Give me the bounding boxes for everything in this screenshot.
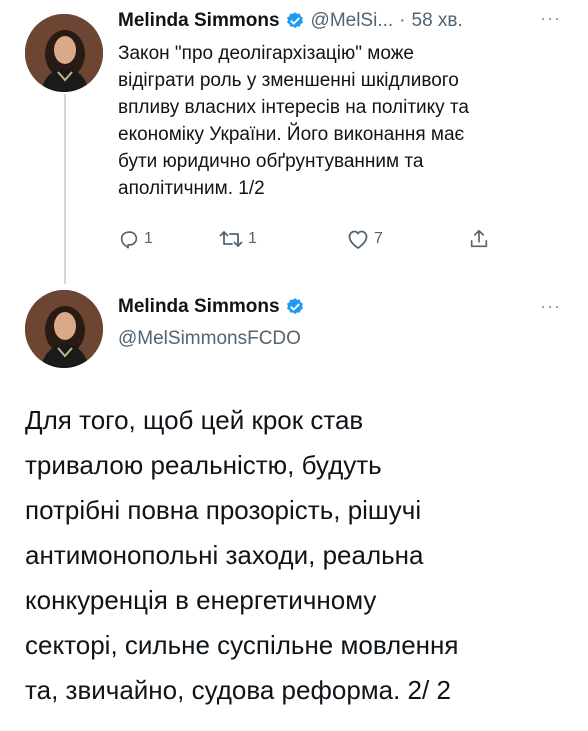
timestamp[interactable]: 58 хв.	[412, 10, 463, 32]
separator-dot: ·	[399, 10, 406, 31]
avatar[interactable]	[25, 290, 103, 368]
tweet-header: Melinda Simmons @MelSi... · 58 хв.	[118, 10, 463, 32]
tweet-text: Для того, щоб цей крок став тривалою реа…	[25, 398, 575, 713]
avatar[interactable]	[25, 14, 103, 92]
tweet-text-line: відіграти роль у зменшенні шкідливого	[118, 70, 459, 91]
retweet-count: 1	[248, 230, 257, 247]
like-count: 7	[374, 230, 383, 247]
tweet-text-line: потрібні повна прозорість, рішучі	[25, 495, 422, 525]
more-options-icon[interactable]: ···	[540, 8, 561, 29]
tweet-header: Melinda Simmons	[118, 296, 311, 318]
verified-badge-icon	[285, 11, 305, 31]
reply-icon	[120, 231, 138, 249]
tweet-text-line: тривалою реальністю, будуть	[25, 450, 382, 480]
reply-count: 1	[144, 230, 153, 247]
tweet-actions: 1 1 7	[118, 228, 518, 258]
retweet-icon	[219, 231, 243, 247]
tweet-text-line: бути юридично обґрунтуванним та	[118, 151, 424, 172]
tweet-text-line: секторі, сильне суспільне мовлення	[25, 630, 459, 660]
like-button[interactable]: 7	[346, 228, 383, 250]
share-icon	[470, 229, 488, 248]
author-name[interactable]: Melinda Simmons	[118, 296, 280, 318]
tweet-text: Закон "про деолігархізацію" може відігра…	[118, 40, 568, 202]
reply-button[interactable]: 1	[118, 228, 153, 250]
tweet-text-line: антимонопольні заходи, реальна	[25, 540, 424, 570]
tweet-text-line: та, звичайно, судова реформа. 2/ 2	[25, 675, 451, 705]
author-handle[interactable]: @MelSimmonsFCDO	[118, 328, 301, 350]
retweet-button[interactable]: 1	[218, 228, 257, 250]
tweet-text-line: конкуренція в енергетичному	[25, 585, 377, 615]
more-options-icon[interactable]: ···	[540, 296, 561, 317]
heart-icon	[348, 230, 368, 249]
author-name[interactable]: Melinda Simmons	[118, 10, 280, 32]
tweet-text-line: економіку України. Його виконання має	[118, 124, 465, 145]
tweet-text-line: впливу власних інтересів на політику та	[118, 97, 469, 118]
verified-badge-icon	[285, 297, 305, 317]
author-handle[interactable]: @MelSi...	[311, 10, 394, 32]
thread-connector-line	[64, 94, 66, 284]
tweet-text-line: аполітичним. 1/2	[118, 178, 265, 199]
tweet-text-line: Для того, щоб цей крок став	[25, 405, 364, 435]
tweet-text-line: Закон "про деолігархізацію" може	[118, 43, 414, 64]
share-button[interactable]	[468, 228, 490, 250]
